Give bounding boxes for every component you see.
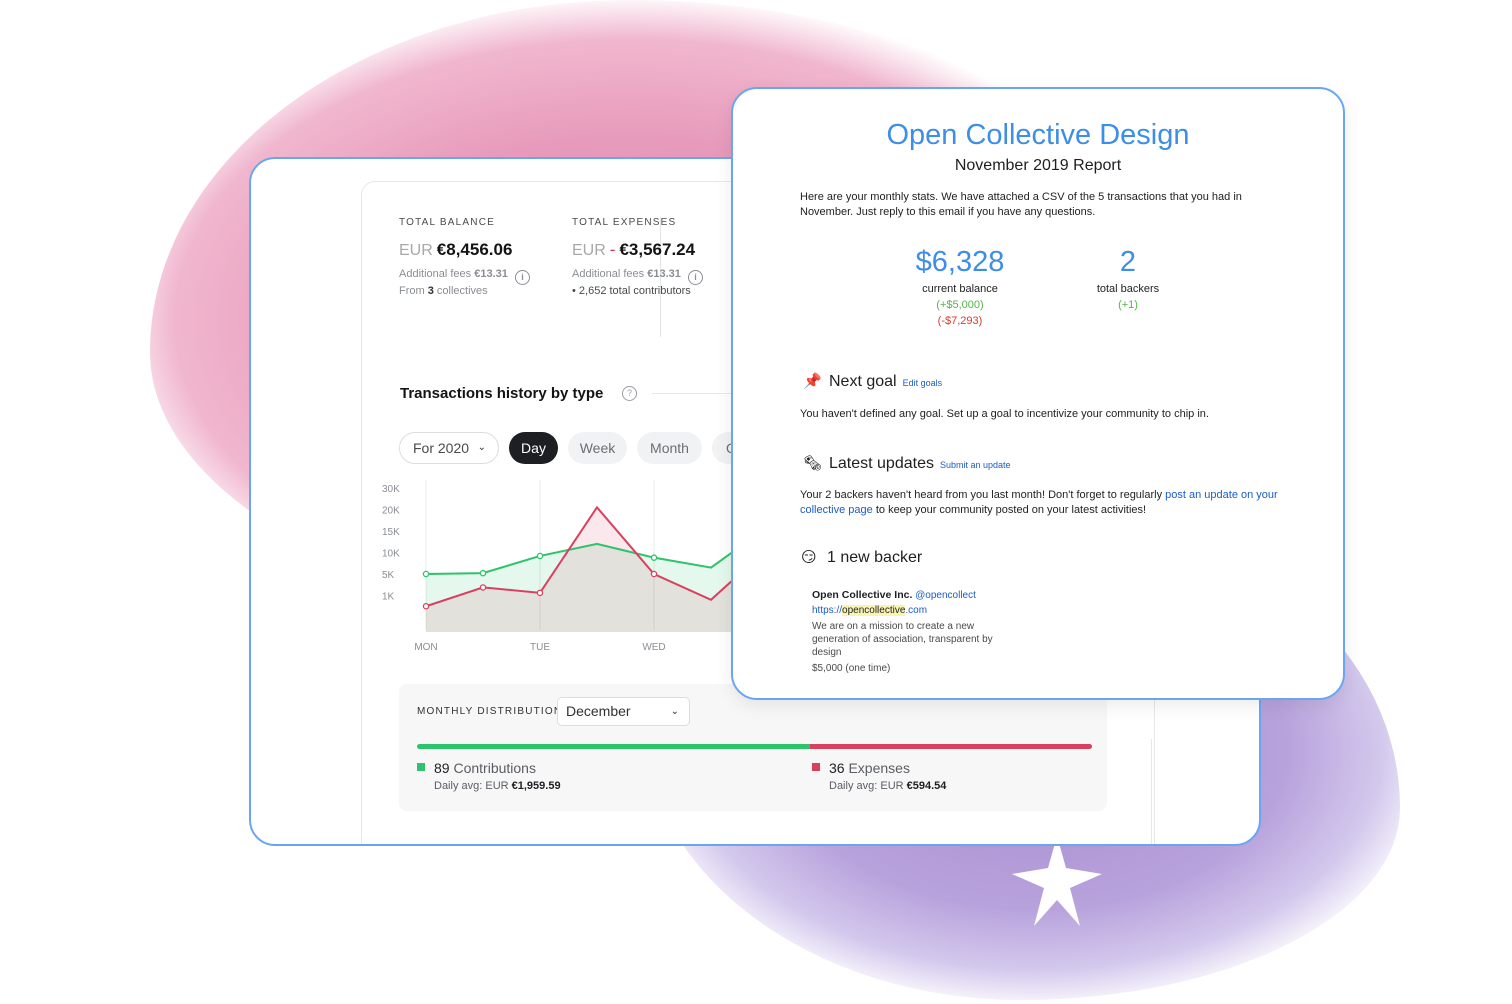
submit-update-link[interactable]: Submit an update (940, 460, 1011, 470)
total-expenses-label: TOTAL EXPENSES (572, 217, 677, 228)
backer-entry: Open Collective Inc. @opencollect https:… (812, 589, 1022, 675)
backers-kpi-value: 2 (1119, 246, 1137, 278)
latest-updates-heading: 🗞 Latest updates Submit an update (803, 455, 1011, 472)
data-point (536, 589, 544, 597)
report-subtitle: November 2019 Report (954, 157, 1122, 174)
month-select[interactable]: December ⌄ (557, 697, 690, 726)
period-select[interactable]: For 2020 ⌄ (399, 432, 499, 464)
y-tick-label: 5K (382, 570, 395, 581)
tab-month[interactable]: Month (637, 432, 702, 464)
expenses-value: €3,567.24 (619, 240, 696, 259)
panel-divider (1151, 739, 1152, 844)
x-tick-label: WED (642, 642, 665, 653)
y-tick-label: 20K (382, 506, 400, 517)
balance-kpi-plus: (+$5,000) (936, 299, 984, 311)
balance-kpi-minus: (-$7,293) (937, 315, 983, 327)
balance-kpi-label: current balance (922, 283, 998, 295)
backers-kpi-plus: (+1) (1118, 299, 1138, 311)
backer-amount: $5,000 (one time) (812, 663, 891, 674)
y-tick-label: 30K (382, 484, 400, 495)
total-balance-amount: EUR €8,456.06 (399, 240, 530, 260)
y-tick-label: 15K (382, 527, 400, 538)
data-point (422, 603, 430, 610)
total-balance-label: TOTAL BALANCE (399, 217, 495, 228)
newspaper-icon: 🗞 (803, 455, 823, 472)
info-icon[interactable]: i (687, 270, 703, 285)
balance-value: €8,456.06 (436, 240, 513, 259)
total-expenses-amount: EUR - €3,567.24 (572, 240, 703, 260)
expenses-fees-line: Additional fees €13.31 i • 2,652 total c… (572, 268, 703, 298)
data-point (479, 569, 487, 577)
data-point (479, 584, 487, 591)
red-square-icon (812, 763, 820, 771)
backers-kpi-label: total backers (1096, 283, 1160, 295)
backer-description: We are on a mission to create a new gene… (812, 621, 993, 658)
expenses-count: 36 (829, 760, 845, 776)
y-tick-label: 10K (382, 549, 400, 560)
intro-text: Here are your monthly stats. We have att… (800, 191, 1242, 218)
chevron-down-icon: ⌄ (670, 706, 679, 717)
transactions-history-title: Transactions history by type (400, 385, 604, 402)
total-expenses-stat: TOTAL EXPENSES EUR - €3,567.24 Additional … (572, 217, 703, 298)
currency-code: EUR (572, 242, 606, 259)
contributions-bar (417, 744, 810, 749)
currency-code: EUR (399, 242, 433, 259)
balance-kpi-value: $6,328 (915, 246, 1005, 278)
minus-sign: - (609, 240, 616, 259)
tab-week[interactable]: Week (568, 432, 627, 464)
contributions-label: Contributions (453, 760, 536, 776)
latest-updates-text: Your 2 backers haven't heard from you la… (800, 489, 1278, 516)
next-goal-heading: 📌 Next goal Edit goals (803, 373, 943, 390)
total-backers-kpi: 2 total backers (+1) (1058, 246, 1198, 311)
transactions-line-chart: 30K 20K 15K 10K 5K 1K MON TUE WED (382, 480, 762, 653)
backer-handle-link[interactable]: @opencollect (915, 590, 976, 601)
expenses-bar (810, 744, 1092, 749)
green-square-icon (417, 763, 425, 771)
chevron-down-icon: ⌄ (477, 442, 486, 453)
backer-url-link[interactable]: https://opencollective.com (812, 604, 1022, 617)
balance-fees-line: Additional fees €13.31 i From 3 collecti… (399, 268, 530, 298)
collective-title: Open Collective Design (886, 119, 1190, 151)
current-balance-kpi: $6,328 current balance (+$5,000) (-$7,29… (890, 246, 1030, 327)
help-icon[interactable]: ? (622, 386, 637, 401)
expenses-daily-avg: €594.54 (906, 780, 947, 792)
backer-name: Open Collective Inc. (812, 589, 913, 601)
total-balance-stat: TOTAL BALANCE EUR €8,456.06 Additional fe… (399, 217, 530, 298)
info-icon[interactable]: i (514, 270, 530, 285)
data-point (422, 570, 430, 578)
contributions-daily-avg: €1,959.59 (511, 780, 561, 792)
next-goal-text: You haven't defined any goal. Set up a g… (800, 408, 1209, 420)
monthly-distribution-panel: MONTHLY DISTRIBUTION December ⌄ 89 Contr… (399, 684, 1107, 811)
monthly-distribution-label: MONTHLY DISTRIBUTION (417, 706, 563, 717)
y-tick-label: 1K (382, 592, 395, 603)
x-tick-label: MON (414, 642, 437, 653)
tab-day[interactable]: Day (509, 432, 558, 464)
star-decoration (1012, 836, 1102, 926)
new-backer-heading: 😏 1 new backer (801, 549, 923, 566)
edit-goals-link[interactable]: Edit goals (903, 378, 943, 388)
pushpin-icon: 📌 (803, 373, 822, 390)
email-report-card: Open Collective Design November 2019 Rep… (731, 87, 1345, 700)
smirk-face-icon: 😏 (801, 549, 817, 566)
data-point (650, 554, 658, 561)
expenses-label: Expenses (848, 760, 910, 776)
data-point (536, 552, 544, 560)
contributions-count: 89 (434, 760, 450, 776)
data-point (650, 570, 658, 578)
x-tick-label: TUE (530, 642, 550, 653)
